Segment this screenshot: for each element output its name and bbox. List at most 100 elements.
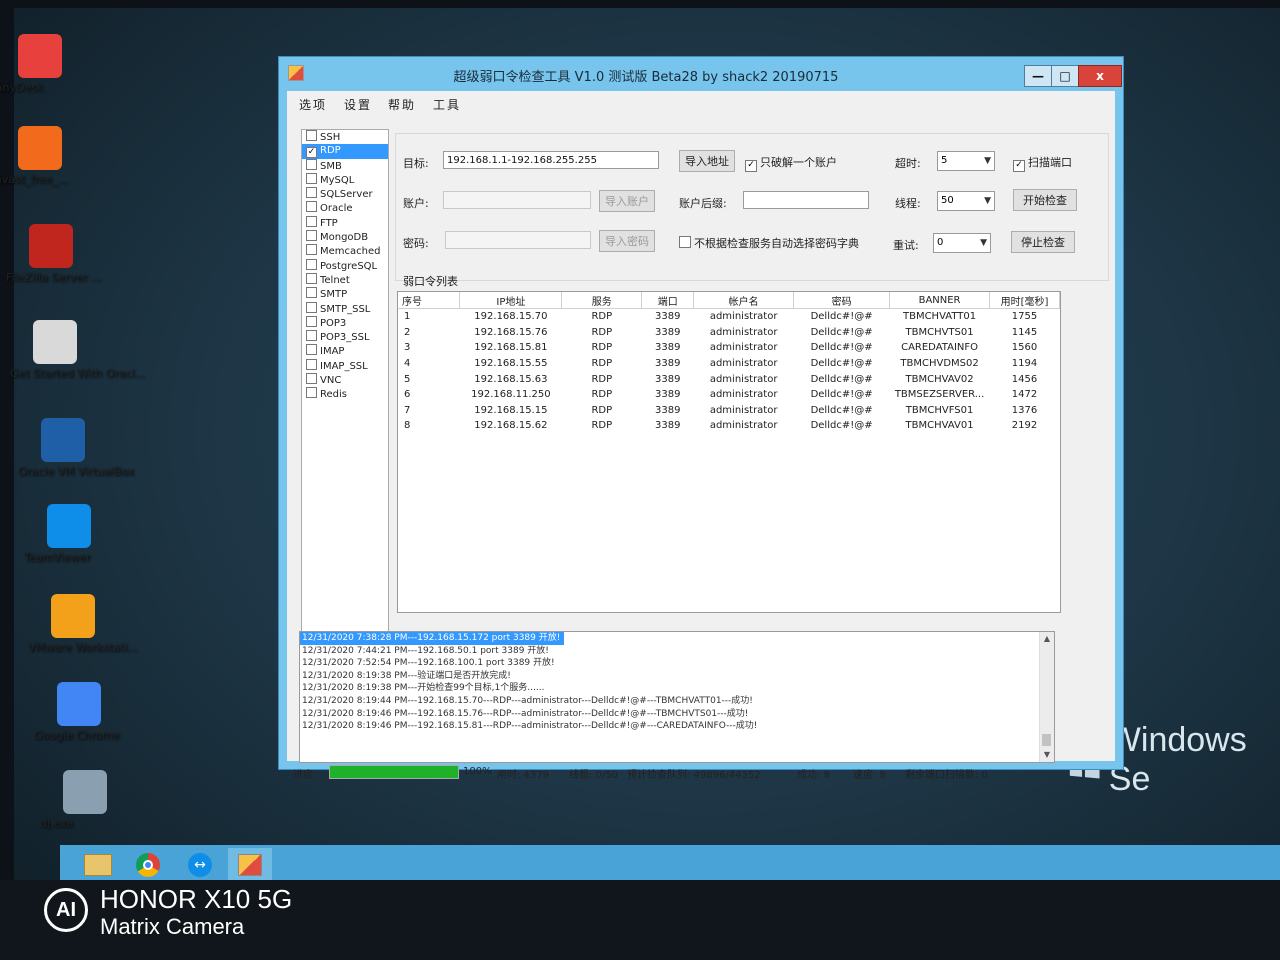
desktop-icon[interactable]: Google Chrome (34, 682, 124, 742)
checkbox-empty-icon[interactable] (306, 272, 317, 284)
desktop-icon[interactable]: Get Started With Oracl... (10, 320, 145, 380)
service-item-smtp[interactable]: SMTP (302, 287, 388, 301)
table-row[interactable]: 6 192.168.11.250 RDP 3389 administrator Delld… (398, 387, 1060, 403)
column-header[interactable]: 端口 (641, 292, 695, 309)
maximize-button[interactable]: □ (1051, 65, 1079, 87)
checkbox-empty-icon[interactable] (306, 301, 317, 313)
checkbox-empty-icon[interactable] (306, 358, 317, 370)
service-item-pop3_ssl[interactable]: POP3_SSL (302, 330, 388, 344)
scroll-up-icon[interactable]: ▲ (1040, 632, 1054, 646)
menu-settings[interactable]: 设置 (344, 96, 372, 113)
taskbar-teamviewer-icon[interactable]: ↔ (178, 848, 222, 882)
table-row[interactable]: 7 192.168.15.15 RDP 3389 administrator Delldc… (398, 403, 1060, 419)
checkbox-empty-icon[interactable] (306, 258, 317, 270)
desktop-icon[interactable]: FileZilla Server ... (6, 224, 101, 284)
desktop-icon[interactable]: dj.exe (40, 770, 130, 830)
target-input[interactable]: 192.168.1.1-192.168.255.255 (443, 151, 659, 169)
password-input[interactable] (445, 231, 591, 249)
log-box[interactable]: 12/31/2020 7:38:28 PM---192.168.15.172 p… (299, 631, 1055, 763)
only-one-account-checkbox[interactable]: ✓ 只破解一个账户 (745, 154, 837, 172)
stop-check-button[interactable]: 停止检查 (1011, 231, 1075, 253)
service-item-sqlserver[interactable]: SQLServer (302, 187, 388, 201)
checkbox-empty-icon[interactable] (306, 387, 317, 399)
title-bar[interactable]: 超级弱口令检查工具 V1.0 测试版 Beta28 by shack2 2019… (279, 57, 1123, 91)
import-account-button[interactable]: 导入账户 (599, 190, 655, 212)
service-item-redis[interactable]: Redis (302, 387, 388, 401)
timeout-select[interactable]: 5 ▼ (937, 151, 995, 171)
table-row[interactable]: 8 192.168.15.62 RDP 3389 administrator Delldc… (398, 418, 1060, 434)
column-header[interactable]: 用时[毫秒] (989, 292, 1060, 309)
column-header[interactable]: 服务 (561, 292, 643, 309)
scan-port-label: 扫描端口 (1028, 156, 1072, 169)
table-cell: 4 (404, 358, 411, 370)
service-item-smtp_ssl[interactable]: SMTP_SSL (302, 301, 388, 316)
service-item-vnc[interactable]: VNC (302, 373, 388, 387)
checkbox-empty-icon[interactable] (306, 287, 317, 299)
service-item-imap_ssl[interactable]: IMAP_SSL (302, 358, 388, 373)
checkbox-empty-icon[interactable] (306, 158, 317, 170)
checkbox-mark-icon[interactable]: ✓ (306, 147, 317, 159)
results-table[interactable]: 序号 IP地址 服务 端口 帐户名 密码 BANNER 用时[毫秒] 1 192.168.15.… (397, 291, 1061, 613)
auto-dict-checkbox[interactable]: 不根据检查服务自动选择密码字典 (679, 235, 859, 251)
service-item-imap[interactable]: IMAP (302, 344, 388, 358)
desktop-icon[interactable]: avast_free_... (0, 126, 85, 186)
table-row[interactable]: 4 192.168.15.55 RDP 3389 administrator Delldc… (398, 356, 1060, 372)
desktop-icon[interactable]: AnyDesk (0, 34, 85, 94)
close-button[interactable]: x (1078, 65, 1122, 87)
scan-port-checkbox[interactable]: ✓ 扫描端口 (1013, 154, 1072, 172)
column-header[interactable]: 序号 (398, 292, 461, 309)
checkbox-empty-icon[interactable] (306, 230, 317, 242)
checkbox-empty-icon[interactable] (306, 187, 317, 199)
checkbox-empty-icon[interactable] (306, 373, 317, 385)
service-item-oracle[interactable]: Oracle (302, 201, 388, 215)
table-row[interactable]: 1 192.168.15.70 RDP 3389 administrator Delldc… (398, 309, 1060, 325)
service-item-postgresql[interactable]: PostgreSQL (302, 258, 388, 273)
service-item-mongodb[interactable]: MongoDB (302, 230, 388, 244)
column-header[interactable]: 密码 (793, 292, 891, 309)
import-password-button[interactable]: 导入密码 (599, 230, 655, 252)
log-scrollbar[interactable]: ▲ ▼ (1039, 632, 1054, 762)
service-item-pop3[interactable]: POP3 (302, 315, 388, 330)
start-check-button[interactable]: 开始检查 (1013, 189, 1077, 211)
column-header[interactable]: 帐户名 (693, 292, 795, 309)
table-row[interactable]: 3 192.168.15.81 RDP 3389 administrator Delldc… (398, 340, 1060, 356)
service-item-mysql[interactable]: MySQL (302, 172, 388, 187)
service-item-ftp[interactable]: FTP (302, 215, 388, 230)
checkbox-empty-icon[interactable] (306, 315, 317, 327)
taskbar-explorer-icon[interactable] (76, 848, 120, 882)
checkbox-empty-icon[interactable] (306, 244, 317, 256)
checkbox-empty-icon[interactable] (306, 344, 317, 356)
checkbox-empty-icon[interactable] (306, 215, 317, 227)
desktop-icon[interactable]: Oracle VM VirtualBox (18, 418, 134, 478)
import-address-button[interactable]: 导入地址 (679, 150, 735, 172)
checkbox-empty-icon[interactable] (306, 330, 317, 342)
menu-options[interactable]: 选项 (299, 96, 327, 113)
threads-select[interactable]: 50 ▼ (937, 191, 995, 211)
table-row[interactable]: 2 192.168.15.76 RDP 3389 administrator Delldc… (398, 325, 1060, 341)
desktop-icon[interactable]: VMware Workstati... (28, 594, 138, 654)
table-row[interactable]: 5 192.168.15.63 RDP 3389 administrator Delldc… (398, 371, 1060, 387)
scroll-thumb[interactable] (1042, 734, 1051, 746)
menu-tools[interactable]: 工具 (433, 96, 461, 113)
service-item-memcached[interactable]: Memcached (302, 244, 388, 258)
checkbox-empty-icon[interactable] (306, 130, 317, 141)
retry-select[interactable]: 0 ▼ (933, 233, 991, 253)
checkbox-empty-icon[interactable] (306, 172, 317, 184)
taskbar-weakpass-tool-icon[interactable] (228, 848, 272, 882)
scroll-down-icon[interactable]: ▼ (1040, 748, 1054, 762)
menu-help[interactable]: 帮助 (388, 96, 416, 113)
service-item-ssh[interactable]: SSH (302, 130, 388, 144)
checkbox-empty-icon[interactable] (306, 201, 317, 213)
service-item-rdp[interactable]: ✓ RDP (302, 144, 388, 159)
service-item-telnet[interactable]: Telnet (302, 272, 388, 287)
app-window: 超级弱口令检查工具 V1.0 测试版 Beta28 by shack2 2019… (278, 56, 1124, 781)
service-item-smb[interactable]: SMB (302, 158, 388, 173)
account-suffix-input[interactable] (743, 191, 869, 209)
desktop-icon[interactable]: TeamViewer (24, 504, 114, 564)
account-input[interactable] (443, 191, 591, 209)
taskbar-chrome-icon[interactable] (126, 848, 170, 882)
column-header[interactable]: IP地址 (459, 292, 563, 309)
minimize-button[interactable]: — (1024, 65, 1052, 87)
table-cell: 3389 (654, 342, 681, 354)
column-header[interactable]: BANNER (889, 292, 991, 309)
